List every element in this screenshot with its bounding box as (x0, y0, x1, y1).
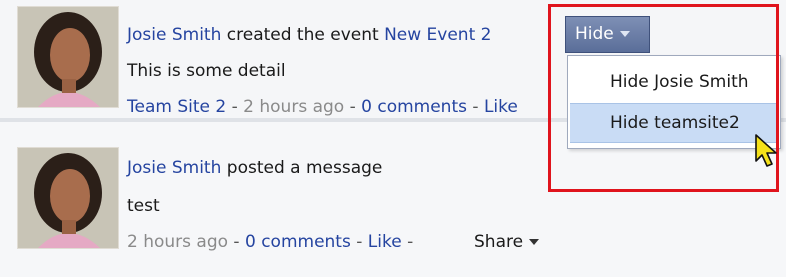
avatar[interactable] (17, 147, 119, 249)
site-link[interactable]: Team Site 2 (127, 97, 226, 117)
comments-link[interactable]: 0 comments (245, 232, 351, 252)
separator: - (401, 232, 414, 252)
activity-detail: This is some detail (127, 61, 286, 81)
activity-text: posted a message (221, 158, 383, 178)
separator: - (228, 232, 245, 252)
activity-detail: test (127, 196, 160, 216)
chevron-down-icon (529, 239, 540, 245)
highlight-box (548, 4, 779, 192)
author-link[interactable]: Josie Smith (127, 25, 221, 45)
author-link[interactable]: Josie Smith (127, 158, 221, 178)
share-button[interactable]: Share (474, 232, 540, 252)
like-link[interactable]: Like (368, 232, 402, 252)
activity-meta: 2 hours ago - 0 comments - Like - (127, 232, 413, 252)
share-label: Share (474, 232, 524, 252)
timestamp: 2 hours ago (243, 97, 345, 117)
comments-link[interactable]: 0 comments (361, 97, 467, 117)
event-link[interactable]: New Event 2 (384, 25, 491, 45)
avatar[interactable] (17, 6, 119, 108)
activity-text: created the event (221, 25, 385, 45)
like-link[interactable]: Like (484, 97, 518, 117)
mouse-pointer-icon (755, 134, 777, 167)
separator: - (344, 97, 362, 117)
avatar-image (18, 7, 118, 107)
avatar-image (18, 148, 118, 248)
activity-line: Josie Smith created the event New Event … (127, 25, 491, 45)
activity-meta: Team Site 2 - 2 hours ago - 0 comments -… (127, 97, 518, 117)
activity-line: Josie Smith posted a message (127, 158, 382, 178)
separator: - (226, 97, 244, 117)
separator: - (350, 232, 368, 252)
timestamp: 2 hours ago (127, 232, 229, 252)
separator: - (466, 97, 484, 117)
